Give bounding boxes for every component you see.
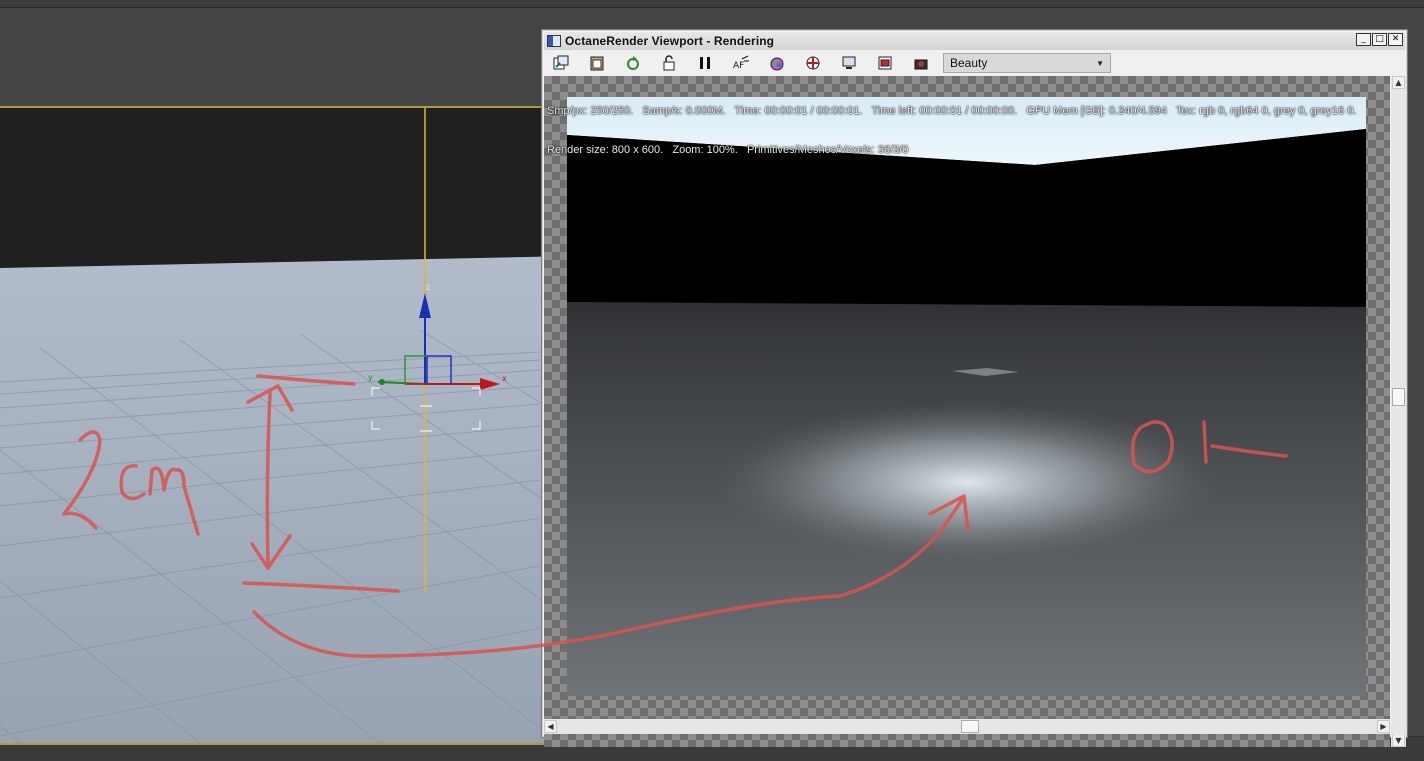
svg-text:y: y — [368, 373, 373, 382]
status-strip — [0, 745, 1424, 761]
stats-line-1: Smp/px: 250/250. Samp/s: 0.000M. Time: 0… — [547, 105, 1357, 117]
color-picker-icon[interactable] — [766, 53, 788, 73]
maximize-button[interactable]: □ — [1372, 33, 1387, 46]
window-title: OctaneRender Viewport - Rendering — [565, 34, 775, 48]
vertical-scrollbar[interactable]: ▲ ▼ — [1391, 76, 1406, 747]
chevron-down-icon: ▼ — [1096, 59, 1104, 68]
horizontal-scrollbar[interactable]: ◀ ▶ — [544, 719, 1390, 734]
scroll-right-icon[interactable]: ▶ — [1377, 720, 1390, 733]
open-icon[interactable] — [550, 53, 572, 73]
film-settings-icon[interactable] — [874, 53, 896, 73]
autofocus-icon[interactable]: AF — [730, 53, 752, 73]
stats-line-2: Render size: 800 x 600. Zoom: 100%. Prim… — [547, 144, 909, 156]
horizontal-scroll-thumb[interactable] — [961, 720, 979, 733]
light-pool — [717, 402, 1217, 562]
max-menu-strip — [0, 0, 1424, 8]
pause-icon[interactable] — [694, 53, 716, 73]
scroll-left-icon[interactable]: ◀ — [544, 720, 557, 733]
vertical-scroll-thumb[interactable] — [1392, 388, 1405, 406]
region-render-icon[interactable] — [802, 53, 824, 73]
render-pass-dropdown[interactable]: Beauty ▼ — [943, 53, 1111, 73]
scroll-down-icon[interactable]: ▼ — [1392, 734, 1405, 747]
svg-text:AF: AF — [733, 61, 744, 71]
render-canvas[interactable]: Smp/px: 250/250. Samp/s: 0.000M. Time: 0… — [544, 76, 1390, 747]
app-window-icon — [547, 35, 561, 47]
svg-text:z: z — [426, 283, 430, 292]
octane-viewport-window[interactable]: OctaneRender Viewport - Rendering _ □ ✕ … — [541, 29, 1408, 747]
render-pass-value: Beauty — [950, 56, 988, 70]
resize-grip[interactable] — [1391, 721, 1405, 735]
rendered-image[interactable] — [567, 97, 1366, 696]
camera-icon[interactable] — [910, 53, 932, 73]
scroll-up-icon[interactable]: ▲ — [1392, 76, 1405, 89]
minimize-button[interactable]: _ — [1356, 33, 1371, 46]
copy-to-clipboard-icon[interactable] — [586, 53, 608, 73]
svg-text:x: x — [502, 374, 507, 383]
window-titlebar[interactable]: OctaneRender Viewport - Rendering _ □ ✕ — [544, 32, 1405, 50]
render-statistics: Smp/px: 250/250. Samp/s: 0.000M. Time: 0… — [547, 79, 1387, 183]
lock-icon[interactable] — [658, 53, 680, 73]
display-icon[interactable] — [838, 53, 860, 73]
close-button[interactable]: ✕ — [1388, 33, 1403, 46]
render-toolbar: AF Beauty ▼ — [544, 51, 1405, 75]
restart-render-icon[interactable] — [622, 53, 644, 73]
